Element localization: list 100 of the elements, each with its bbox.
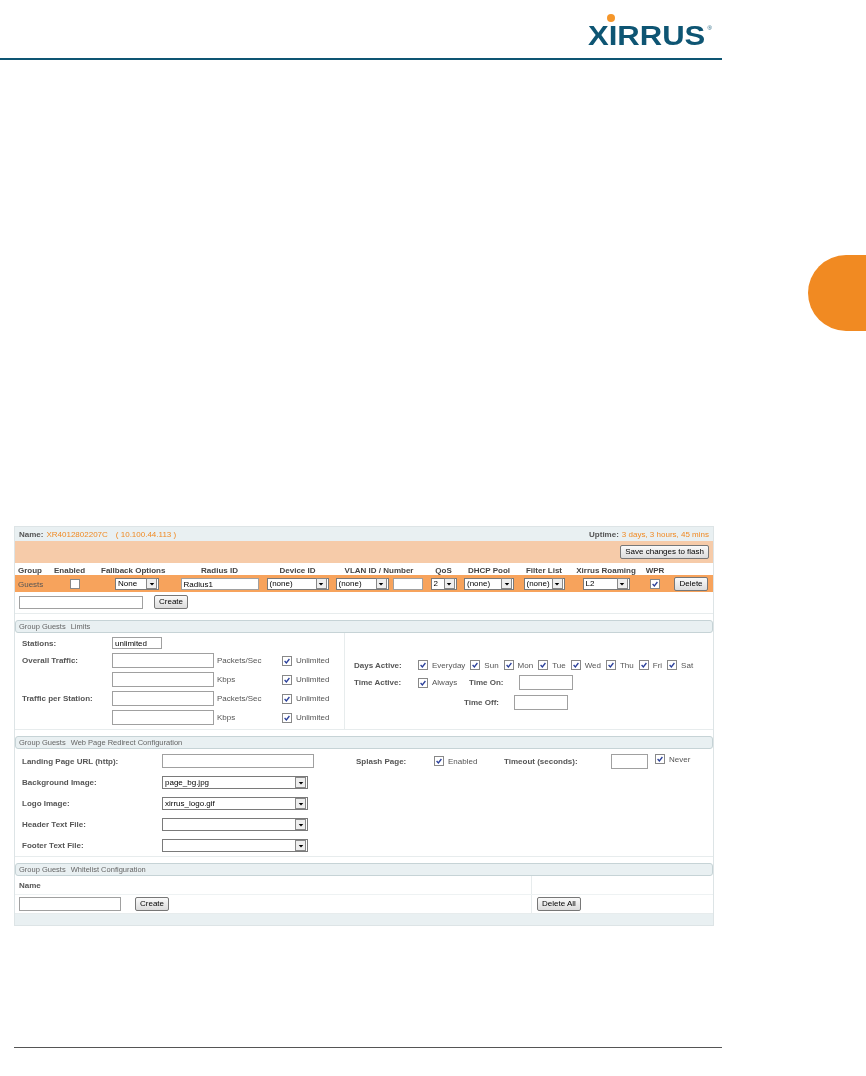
field-label: Overall Traffic:	[22, 656, 80, 665]
caret-icon	[443, 578, 455, 589]
column-header: Fallback Options	[101, 566, 166, 575]
caret-icon	[551, 578, 563, 589]
checkbox[interactable]	[650, 578, 660, 589]
column-header: Xirrus Roaming	[576, 566, 636, 575]
dropdown[interactable]: (none)	[266, 577, 329, 590]
button[interactable]: Delete All	[537, 897, 581, 911]
field-label: Splash Page:	[356, 756, 408, 766]
option-label: Enabled	[448, 756, 478, 766]
button[interactable]: Create	[135, 897, 169, 911]
checkbox[interactable]	[69, 578, 80, 589]
checkbox[interactable]	[282, 693, 292, 704]
option-label: Unlimited	[296, 675, 330, 684]
dropdown[interactable]: (none)	[335, 577, 389, 590]
column-header: DHCP Pool	[467, 566, 511, 575]
caret-icon	[295, 798, 306, 809]
option-label: Thu	[619, 660, 634, 670]
column-header: Name	[19, 881, 41, 890]
chapter-tab-icon	[808, 255, 866, 331]
checkbox[interactable]	[434, 756, 444, 766]
column-header: Group	[18, 566, 42, 575]
input-field[interactable]	[514, 695, 568, 710]
button[interactable]: Delete	[674, 576, 708, 591]
option-label: Sat	[681, 660, 694, 670]
checkbox[interactable]	[538, 660, 549, 670]
field-label: Time Off:	[464, 698, 500, 707]
caret-icon	[315, 578, 327, 589]
field-label: Background Image:	[22, 778, 98, 787]
checkbox[interactable]	[418, 660, 428, 670]
dropdown[interactable]: (none)	[464, 577, 514, 590]
caret-icon	[501, 578, 512, 589]
checkbox[interactable]	[667, 660, 678, 670]
uptime-value: 3 days, 3 hours, 45 mins	[621, 529, 709, 539]
button[interactable]: Create	[154, 595, 188, 609]
input-field[interactable]	[611, 754, 648, 769]
caret-icon	[295, 840, 306, 851]
column-header: QoS	[435, 566, 452, 575]
input-field[interactable]	[392, 577, 423, 590]
field-label: Header Text File:	[22, 820, 87, 829]
field-label: Traffic per Station:	[22, 694, 94, 703]
input-field[interactable]	[112, 691, 214, 706]
checkbox[interactable]	[470, 660, 481, 670]
input-field[interactable]	[112, 672, 214, 687]
column-header: WPR	[645, 566, 665, 575]
input-field[interactable]: unlimited	[112, 637, 162, 649]
input-field[interactable]	[162, 754, 314, 768]
column-header: Filter List	[526, 566, 562, 575]
option-label: Unlimited	[296, 656, 330, 665]
column-header: Enabled	[54, 566, 86, 575]
checkbox[interactable]	[605, 660, 616, 670]
checkbox[interactable]	[655, 754, 665, 764]
field-label: Time On:	[469, 678, 505, 687]
caret-icon	[616, 578, 628, 589]
checkbox[interactable]	[638, 660, 649, 670]
checkbox[interactable]	[282, 655, 292, 666]
option-label: Unlimited	[296, 713, 330, 722]
caret-icon	[295, 819, 306, 830]
option-label: Wed	[584, 660, 601, 670]
input-field[interactable]	[112, 710, 214, 725]
dropdown[interactable]: xirrus_logo.gif	[162, 797, 308, 810]
checkbox[interactable]	[418, 677, 428, 688]
field-label: Timeout (seconds):	[504, 756, 579, 766]
button[interactable]: Save changes to flash	[620, 545, 709, 559]
dropdown[interactable]: L2	[582, 577, 630, 590]
option-label: Tue	[552, 660, 566, 670]
option-label: Sun	[484, 660, 499, 670]
unit-label: Packets/Sec	[217, 656, 263, 665]
column-header: Device ID	[279, 566, 316, 575]
dropdown[interactable]: page_bg.jpg	[162, 776, 308, 789]
column-header: Radius ID	[201, 566, 238, 575]
unit-label: Packets/Sec	[217, 694, 263, 703]
checkbox[interactable]	[282, 712, 292, 723]
logo-text: XIRRUS	[587, 24, 705, 48]
input-field[interactable]	[519, 675, 573, 690]
dropdown[interactable]: None	[115, 577, 159, 590]
input-field[interactable]: Radius1	[180, 577, 259, 590]
caret-icon	[375, 578, 387, 589]
field-label: Stations:	[22, 638, 58, 648]
field-label: Time Active:	[354, 678, 403, 687]
table-cell: Guests	[18, 579, 44, 589]
checkbox[interactable]	[282, 674, 292, 685]
option-label: Mon	[517, 660, 534, 670]
field-label: Landing Page URL (http):	[22, 756, 120, 766]
input-field[interactable]	[19, 897, 121, 911]
checkbox[interactable]	[503, 660, 514, 670]
input-field[interactable]	[19, 595, 143, 609]
dropdown[interactable]: 2	[430, 577, 457, 590]
dropdown[interactable]	[162, 839, 308, 852]
dropdown[interactable]: (none)	[523, 577, 565, 590]
input-field[interactable]	[112, 653, 214, 668]
option-label: Unlimited	[296, 694, 330, 703]
option-label: Fri	[652, 660, 663, 670]
option-label: Always	[432, 678, 458, 687]
dropdown[interactable]	[162, 818, 308, 831]
field-label: Days Active:	[354, 660, 403, 670]
name-label: Name:	[19, 529, 44, 539]
ip-address: ( 10.100.44.113 )	[115, 529, 177, 539]
checkbox[interactable]	[570, 660, 581, 670]
unit-label: Kbps	[217, 675, 237, 684]
